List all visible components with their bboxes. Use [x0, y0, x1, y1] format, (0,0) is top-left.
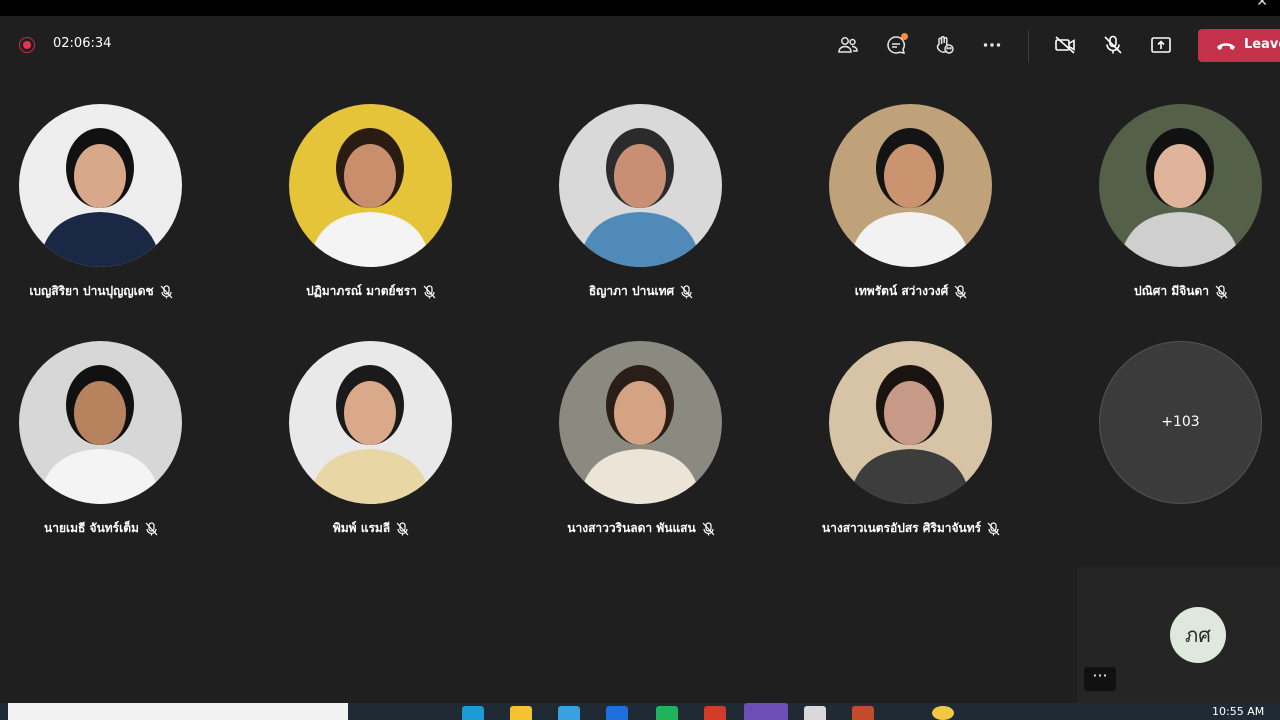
participant-avatar — [19, 104, 182, 267]
meeting-timer: 02:06:34 — [53, 36, 112, 51]
close-window-icon[interactable]: ✕ — [1256, 0, 1268, 10]
file-explorer-taskbar-icon[interactable] — [510, 706, 532, 720]
powerpoint-taskbar-icon[interactable] — [852, 706, 874, 720]
chat-unread-dot — [901, 33, 908, 40]
store-taskbar-icon[interactable] — [558, 706, 580, 720]
participant-tile[interactable]: ปณิศา มีจินดา — [1051, 104, 1280, 324]
participant-avatar — [289, 104, 452, 267]
muted-mic-icon — [145, 521, 158, 536]
participant-tile[interactable]: เทพรัตน์ สว่างวงศ์ — [781, 104, 1011, 324]
chrome-taskbar-icon[interactable] — [704, 706, 726, 720]
participant-name-row: นางสาววรินลดา พันแสน — [511, 519, 771, 538]
toolbar-divider — [1028, 30, 1029, 62]
participant-avatar — [829, 104, 992, 267]
overflow-count: +103 — [1161, 414, 1200, 430]
participant-name: ปณิศา มีจินดา — [1134, 284, 1209, 298]
participant-tile[interactable]: นางสาววรินลดา พันแสน — [511, 341, 741, 561]
participant-name: ปฏิมาภรณ์ มาตย์ชรา — [306, 284, 417, 298]
participant-name: เทพรัตน์ สว่างวงศ์ — [854, 284, 949, 298]
chat-icon[interactable] — [885, 33, 908, 56]
participant-name-row: เทพรัตน์ สว่างวงศ์ — [781, 282, 1041, 301]
app3-taskbar-icon[interactable] — [932, 706, 954, 720]
overflow-participants-button[interactable]: +103 — [1099, 341, 1262, 504]
participant-avatar — [559, 104, 722, 267]
muted-mic-icon — [954, 284, 967, 299]
hang-up-icon — [1217, 43, 1235, 50]
muted-mic-icon — [160, 284, 173, 299]
muted-mic-icon — [396, 521, 409, 536]
participant-name: นายเมธี จันทร์เต็ม — [44, 521, 139, 535]
participant-name-row: ธิญาภา ปานเทศ — [511, 282, 771, 301]
self-avatar: ภศ — [1170, 607, 1226, 663]
participant-avatar — [19, 341, 182, 504]
share-screen-icon[interactable] — [1150, 34, 1172, 56]
participant-tile[interactable]: นายเมธี จันทร์เต็ม — [0, 341, 201, 561]
participant-name-row: นางสาวเนตรอัปสร ศิริมาจันทร์ — [781, 519, 1041, 538]
participant-avatar — [289, 341, 452, 504]
participant-avatar — [1099, 104, 1262, 267]
participant-avatar — [829, 341, 992, 504]
participant-tile[interactable]: นางสาวเนตรอัปสร ศิริมาจันทร์ — [781, 341, 1011, 561]
participant-name: นางสาวเนตรอัปสร ศิริมาจันทร์ — [821, 521, 982, 535]
self-more-button[interactable]: ··· — [1084, 667, 1116, 691]
muted-mic-icon — [1215, 284, 1228, 299]
line-taskbar-icon[interactable] — [656, 706, 678, 720]
participant-name: นางสาววรินลดา พันแสน — [567, 521, 696, 535]
windows-taskbar: 10:55 AM — [0, 703, 1280, 720]
participant-name: ธิญาภา ปานเทศ — [588, 284, 675, 298]
taskbar-search-box[interactable] — [8, 703, 348, 720]
participants-icon[interactable] — [837, 34, 859, 56]
leave-button[interactable]: Leave — [1198, 29, 1280, 62]
app-taskbar-icon[interactable] — [606, 706, 628, 720]
reactions-icon[interactable] — [933, 34, 955, 56]
participant-tile[interactable]: ธิญาภา ปานเทศ — [511, 104, 741, 324]
participant-name-row: ปณิศา มีจินดา — [1051, 282, 1280, 301]
self-preview-panel: ภศ ··· — [1077, 567, 1280, 703]
participant-tile[interactable]: พิมพ์ แรมลี — [241, 341, 471, 561]
edge-taskbar-icon[interactable] — [462, 706, 484, 720]
more-options-icon[interactable] — [981, 34, 1003, 56]
participant-tile[interactable]: ปฏิมาภรณ์ มาตย์ชรา — [241, 104, 471, 324]
muted-mic-icon — [680, 284, 693, 299]
participant-name-row: เบญสิริยา ปานปุญญเดช — [0, 282, 231, 301]
window-titlebar: ✕ — [0, 0, 1280, 16]
muted-mic-icon — [987, 521, 1000, 536]
participant-tile[interactable]: เบญสิริยา ปานปุญญเดช — [0, 104, 201, 324]
participant-name: พิมพ์ แรมลี — [332, 521, 391, 535]
participant-avatar — [559, 341, 722, 504]
meeting-toolbar: 02:06:34 Leave — [0, 16, 1280, 74]
participant-name-row: ปฏิมาภรณ์ มาตย์ชรา — [241, 282, 501, 301]
mic-off-icon[interactable] — [1102, 34, 1124, 56]
participant-name: เบญสิริยา ปานปุญญเดช — [29, 284, 154, 298]
muted-mic-icon — [702, 521, 715, 536]
taskbar-clock: 10:55 AM — [1212, 705, 1265, 718]
participant-name-row: นายเมธี จันทร์เต็ม — [0, 519, 231, 538]
teams-taskbar-icon[interactable] — [744, 703, 788, 720]
muted-mic-icon — [423, 284, 436, 299]
participant-name-row: พิมพ์ แรมลี — [241, 519, 501, 538]
recording-indicator-icon — [19, 37, 35, 53]
camera-off-icon[interactable] — [1054, 34, 1076, 56]
app2-taskbar-icon[interactable] — [804, 706, 826, 720]
leave-label: Leave — [1244, 37, 1280, 52]
